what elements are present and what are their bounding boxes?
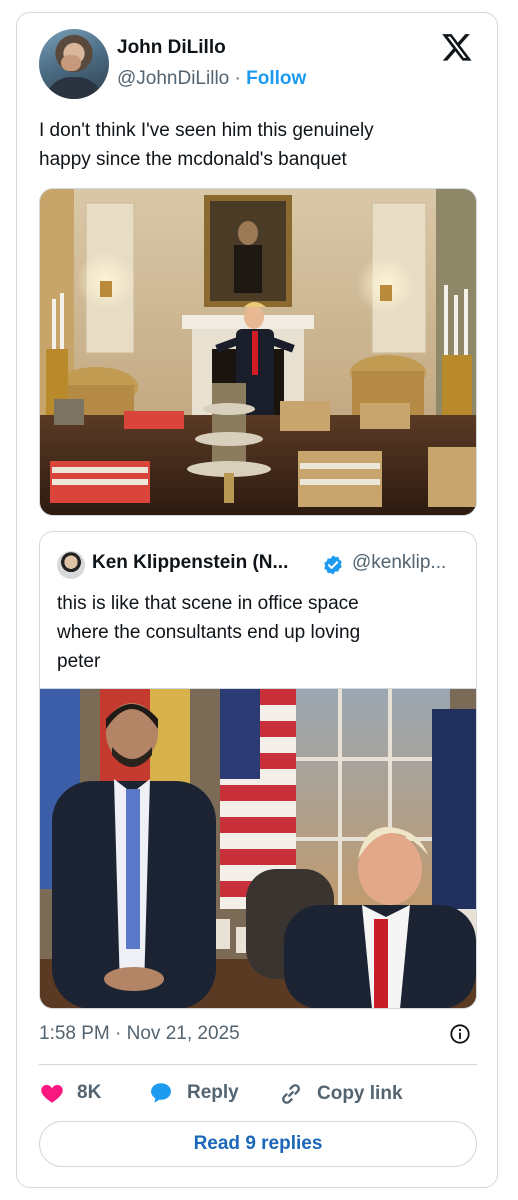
handle-separator: · [234, 68, 241, 89]
quoted-tweet[interactable]: Ken Klippenstein (N... @kenklip... this … [39, 531, 477, 1009]
read-replies-button[interactable]: Read 9 replies [39, 1121, 477, 1167]
heart-icon [41, 1084, 63, 1103]
tweet-photo[interactable] [39, 188, 477, 516]
tweet-card: John DiLillo @JohnDiLillo · Follow I don… [16, 12, 498, 1188]
x-logo-icon[interactable] [441, 31, 473, 63]
like-button[interactable]: 8K [39, 1080, 101, 1106]
author-handle[interactable]: @JohnDiLillo [117, 68, 229, 89]
quoted-author-name[interactable]: Ken Klippenstein (N... [92, 552, 288, 574]
avatar-hand [61, 55, 81, 71]
action-bar: 8K Reply Copy link [39, 1074, 477, 1118]
quoted-author-avatar[interactable] [57, 551, 85, 579]
divider [39, 1064, 477, 1065]
quoted-tweet-photo[interactable] [40, 688, 476, 1008]
reply-label: Reply [187, 1082, 239, 1103]
tweet-timestamp[interactable]: 1:58 PM · Nov 21, 2025 [39, 1023, 240, 1045]
author-handle-row: @JohnDiLillo · Follow [117, 68, 306, 90]
reply-bubble-icon [151, 1083, 171, 1103]
avatar-shirt [45, 77, 103, 99]
info-icon[interactable] [449, 1023, 471, 1045]
like-count: 8K [77, 1082, 102, 1103]
link-icon [282, 1084, 300, 1104]
copy-link-label: Copy link [317, 1083, 403, 1104]
reply-button[interactable]: Reply [147, 1080, 239, 1106]
follow-button[interactable]: Follow [246, 68, 306, 89]
oval-office-photo-illustration [40, 689, 476, 1008]
author-avatar[interactable] [39, 29, 109, 99]
quoted-tweet-text: this is like that scene in office space … [57, 593, 361, 672]
tweet-text: I don't think I've seen him this genuine… [39, 120, 374, 170]
verified-badge-icon [324, 555, 342, 575]
quoted-author-handle[interactable]: @kenklip... [352, 552, 446, 574]
copy-link-button[interactable]: Copy link [277, 1080, 403, 1108]
banquet-photo-illustration [40, 189, 476, 515]
author-name[interactable]: John DiLillo [117, 37, 226, 59]
